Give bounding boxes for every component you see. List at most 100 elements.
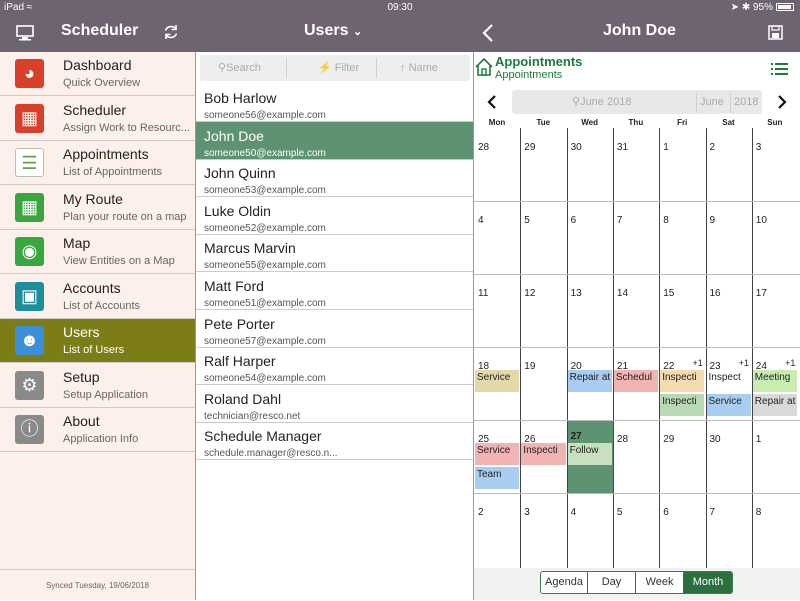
day-cell[interactable]: 5 (613, 493, 659, 566)
calendar-event[interactable]: Repair at (752, 394, 798, 416)
day-number: 4 (570, 507, 577, 518)
user-row[interactable]: Pete Porter someone57@example.com (196, 310, 473, 348)
search-segment[interactable]: ⚲Search (218, 55, 261, 81)
prev-month-icon[interactable] (487, 95, 497, 109)
filter-segment[interactable]: ⚡ Filter (318, 55, 359, 81)
day-number: 29 (663, 434, 675, 445)
user-row[interactable]: Schedule Manager schedule.manager@resco.n… (196, 422, 473, 461)
calendar-event[interactable]: Inspecti (521, 443, 566, 465)
calendar-event[interactable]: Inspecti (660, 394, 705, 416)
day-cell[interactable]: 8 (659, 201, 705, 274)
day-cell[interactable]: 15 (659, 274, 705, 347)
day-cell[interactable]: 31 (613, 128, 659, 201)
user-row[interactable]: John Quinn someone53@example.com (196, 159, 473, 198)
day-cell[interactable]: 9 (706, 201, 752, 274)
day-cell[interactable]: 29 (520, 128, 566, 201)
day-cell[interactable]: 7 (613, 201, 659, 274)
sidebar-item-map[interactable]: ◉ Map View Entities on a Map (0, 230, 195, 274)
day-cell[interactable]: 1 (752, 420, 798, 493)
day-cell[interactable]: 4 (474, 201, 520, 274)
day-cell[interactable]: 10 (752, 201, 798, 274)
day-cell[interactable]: 2 (706, 128, 752, 201)
day-cell[interactable]: 29 (659, 420, 705, 493)
calendar-event[interactable]: Schedul (613, 370, 659, 392)
user-row[interactable]: Bob Harlow someone56@example.com (196, 84, 473, 122)
tab-week[interactable]: Week (636, 572, 684, 593)
user-row[interactable]: Marcus Marvin someone55@example.com (196, 234, 473, 273)
list-menu-icon[interactable] (771, 62, 788, 75)
day-cell[interactable]: 5 (520, 201, 566, 274)
month-search[interactable]: ⚲June 2018 (572, 90, 631, 114)
home-icon[interactable] (474, 57, 494, 77)
month-picker[interactable]: June (700, 90, 724, 114)
day-cell[interactable]: 6 (567, 201, 613, 274)
user-row[interactable]: Roland Dahl technician@resco.net (196, 385, 473, 423)
calendar-event[interactable]: Service (475, 370, 520, 392)
more-events-badge[interactable]: +1 (693, 358, 703, 368)
calendar-event[interactable]: Follow (567, 443, 612, 465)
day-number: 5 (616, 507, 623, 518)
next-month-icon[interactable] (777, 95, 787, 109)
day-cell[interactable]: 14 (613, 274, 659, 347)
day-cell[interactable]: 3 (752, 128, 798, 201)
calendar-event[interactable]: Service (706, 394, 751, 416)
day-cell[interactable]: 16 (706, 274, 752, 347)
day-cell[interactable]: 11 (474, 274, 520, 347)
sidebar-item-label: Map (63, 235, 91, 251)
user-row[interactable]: Ralf Harper someone54@example.com (196, 347, 473, 386)
calendar-event[interactable]: Repair at (567, 370, 612, 392)
sidebar-item-accounts[interactable]: ▣ Accounts List of Accounts (0, 275, 195, 319)
location-icon: ➤ (730, 2, 740, 13)
weekday-label: Fri (677, 118, 688, 127)
day-cell[interactable]: 17 (752, 274, 798, 347)
sidebar-item-setup[interactable]: ⚙ Setup Setup Application (0, 364, 195, 408)
tab-month[interactable]: Month (684, 572, 732, 593)
day-cell[interactable]: 13 (567, 274, 613, 347)
tab-day[interactable]: Day (588, 572, 636, 593)
sidebar-item-appointments[interactable]: ☰ Appointments List of Appointments (0, 141, 195, 185)
calendar-event[interactable]: Team (475, 467, 520, 489)
weekday-label: Wed (581, 118, 598, 127)
sidebar-item-about[interactable]: ⓘ About Application Info (0, 408, 195, 452)
sort-segment[interactable]: ↑ Name (400, 55, 438, 81)
sidebar-item-users[interactable]: ☻ Users List of Users (0, 319, 195, 363)
users-title[interactable]: Users ⌄ (304, 22, 362, 40)
user-row[interactable]: John Doe someone50@example.com (196, 121, 473, 160)
refresh-icon[interactable] (162, 23, 180, 41)
day-cell[interactable]: 2 (474, 493, 520, 566)
calendar-event[interactable]: Service (475, 443, 520, 465)
save-icon[interactable] (768, 25, 783, 40)
day-cell[interactable]: 28 (613, 420, 659, 493)
sync-device-icon[interactable] (16, 25, 34, 41)
sidebar-item-scheduler[interactable]: ▦ Scheduler Assign Work to Resourc... (0, 97, 195, 141)
more-events-badge[interactable]: +1 (785, 358, 795, 368)
user-row[interactable]: Matt Ford someone51@example.com (196, 272, 473, 310)
calendar-event[interactable]: Inspecti (660, 370, 705, 392)
sidebar-item-dashboard[interactable]: ◕ Dashboard Quick Overview (0, 52, 195, 96)
day-cell[interactable]: 3 (520, 493, 566, 566)
year-picker[interactable]: 2018 (734, 90, 758, 114)
calendar-event[interactable]: Meeting (752, 370, 798, 392)
back-chevron-icon[interactable] (482, 24, 494, 42)
more-events-badge[interactable]: +1 (739, 358, 749, 368)
day-cell[interactable]: 4 (567, 493, 613, 566)
user-row[interactable]: Luke Oldin someone52@example.com (196, 197, 473, 235)
day-cell[interactable]: 7 (706, 493, 752, 566)
day-cell[interactable]: 1 (659, 128, 705, 201)
day-cell[interactable]: 8 (752, 493, 798, 566)
month-search-box[interactable]: ⚲June 2018 June 2018 (512, 90, 762, 114)
sidebar-item-subtitle: Quick Overview (63, 77, 141, 89)
calendar-event[interactable]: Inspect (706, 370, 751, 392)
user-name: Roland Dahl (204, 390, 282, 407)
day-cell[interactable]: 12 (520, 274, 566, 347)
day-number: 8 (663, 215, 669, 226)
sidebar-item-my-route[interactable]: ▦ My Route Plan your route on a map (0, 186, 195, 230)
user-name: Pete Porter (204, 315, 275, 332)
day-cell[interactable]: 30 (706, 420, 752, 493)
tab-agenda[interactable]: Agenda (541, 572, 588, 593)
day-cell[interactable]: 6 (659, 493, 705, 566)
day-cell[interactable]: 28 (474, 128, 520, 201)
day-cell[interactable]: 30 (567, 128, 613, 201)
day-cell[interactable]: 19 (520, 347, 566, 420)
dashboard-icon: ◕ (15, 59, 44, 88)
